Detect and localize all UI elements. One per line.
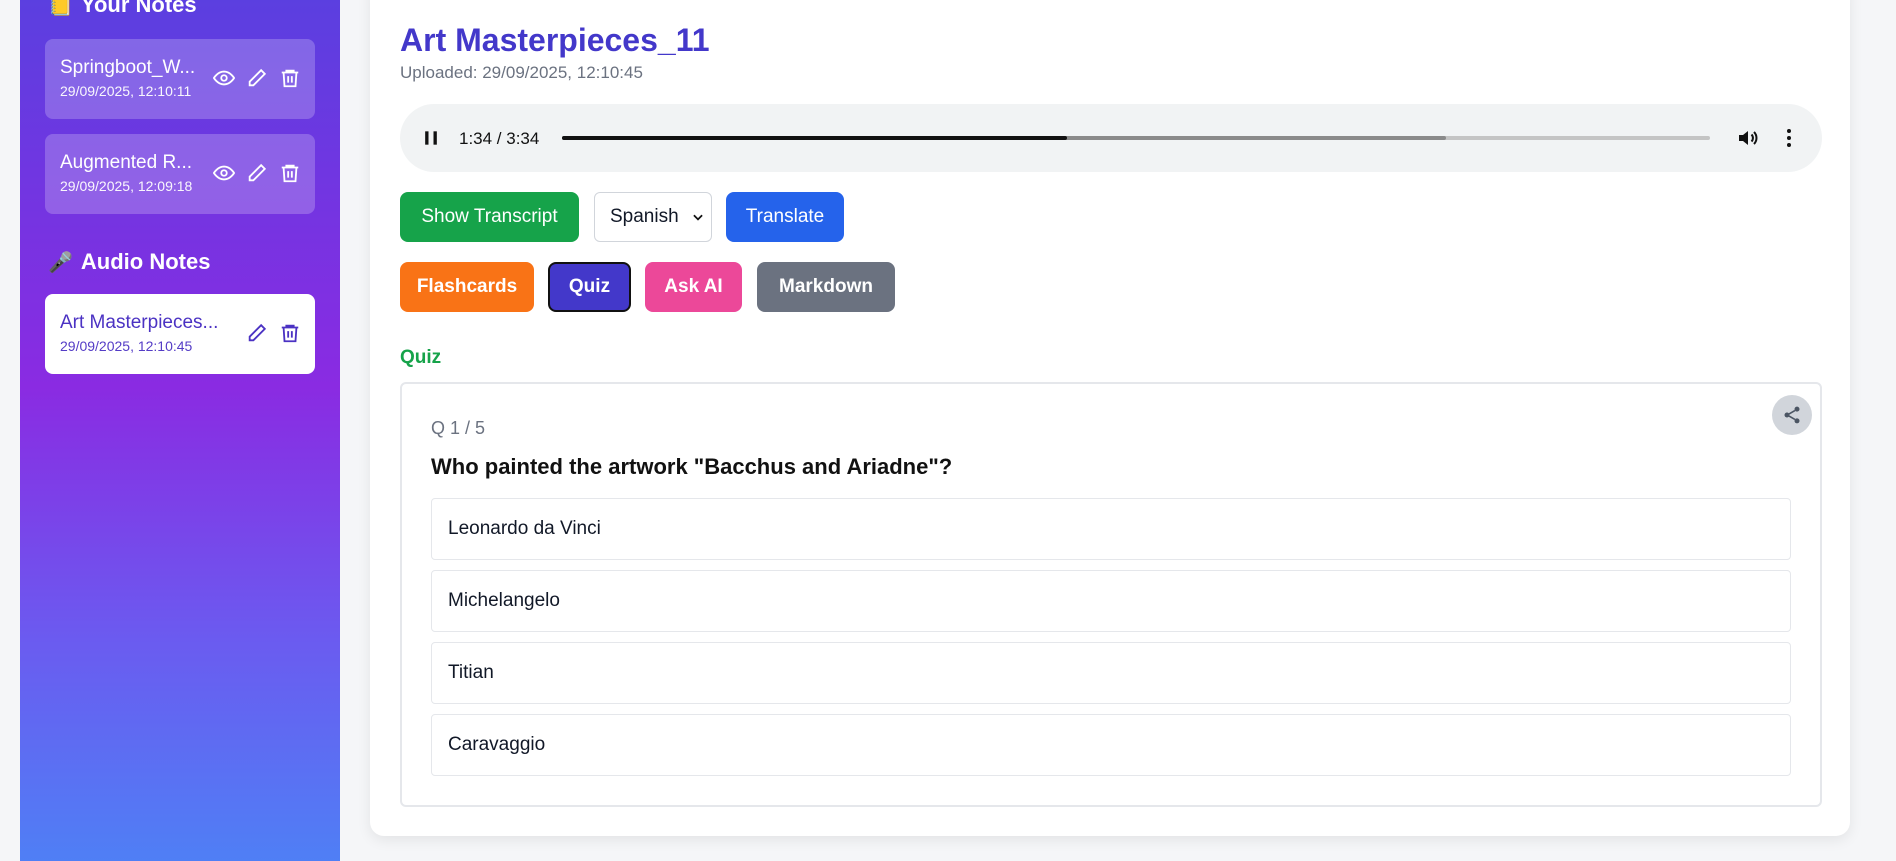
pencil-icon[interactable] bbox=[246, 322, 268, 344]
note-card-springboot[interactable]: Springboot_W... 29/09/2025, 12:10:11 bbox=[45, 39, 315, 119]
show-transcript-button[interactable]: Show Transcript bbox=[400, 192, 579, 242]
quiz-panel: Q 1 / 5 Who painted the artwork "Bacchus… bbox=[400, 382, 1822, 807]
more-options-icon[interactable] bbox=[1777, 126, 1801, 150]
answer-option[interactable]: Caravaggio bbox=[431, 714, 1791, 776]
audio-notes-heading-label: Audio Notes bbox=[80, 249, 211, 274]
note-actions bbox=[213, 67, 301, 89]
chevron-down-icon bbox=[693, 214, 703, 221]
quiz-button[interactable]: Quiz bbox=[548, 262, 631, 312]
quiz-heading: Quiz bbox=[400, 347, 442, 368]
ask-ai-button[interactable]: Ask AI bbox=[645, 262, 742, 312]
time-readout: 1:34 / 3:34 bbox=[459, 129, 540, 148]
markdown-button[interactable]: Markdown bbox=[757, 262, 895, 312]
audio-player: 1:34 / 3:34 bbox=[400, 104, 1822, 172]
your-notes-heading-label: Your Notes bbox=[80, 0, 197, 17]
trash-icon[interactable] bbox=[279, 162, 301, 184]
seek-bar[interactable] bbox=[562, 136, 1710, 140]
note-title: Augmented R... bbox=[60, 152, 193, 173]
answer-option[interactable]: Titian bbox=[431, 642, 1791, 704]
answer-option[interactable]: Leonardo da Vinci bbox=[431, 498, 1791, 560]
note-actions bbox=[213, 162, 301, 184]
translate-button[interactable]: Translate bbox=[726, 192, 844, 242]
played-progress bbox=[562, 136, 1068, 140]
question-counter: Q 1 / 5 bbox=[431, 418, 486, 438]
eye-icon[interactable] bbox=[213, 162, 235, 184]
your-notes-heading: 📒 Your Notes bbox=[48, 0, 197, 18]
note-card-augmented[interactable]: Augmented R... 29/09/2025, 12:09:18 bbox=[45, 134, 315, 214]
pause-icon[interactable] bbox=[420, 127, 442, 149]
pencil-icon[interactable] bbox=[246, 67, 268, 89]
eye-icon[interactable] bbox=[213, 67, 235, 89]
trash-icon[interactable] bbox=[279, 322, 301, 344]
note-title: Art Masterpieces... bbox=[60, 312, 219, 333]
audio-notes-heading: 🎤 Audio Notes bbox=[48, 249, 210, 275]
question-text: Who painted the artwork "Bacchus and Ari… bbox=[431, 454, 953, 479]
answer-option[interactable]: Michelangelo bbox=[431, 570, 1791, 632]
note-title: Springboot_W... bbox=[60, 57, 196, 78]
upload-timestamp: Uploaded: 29/09/2025, 12:10:45 bbox=[400, 63, 643, 82]
note-actions bbox=[246, 322, 301, 344]
pencil-icon[interactable] bbox=[246, 162, 268, 184]
audio-note-card-art[interactable]: Art Masterpieces... 29/09/2025, 12:10:45 bbox=[45, 294, 315, 374]
trash-icon[interactable] bbox=[279, 67, 301, 89]
notepad-icon: 📒 bbox=[48, 0, 73, 17]
microphone-icon: 🎤 bbox=[48, 251, 73, 274]
language-select-value: Spanish bbox=[610, 206, 679, 227]
volume-icon[interactable] bbox=[1736, 126, 1760, 150]
share-icon[interactable] bbox=[1772, 395, 1812, 435]
flashcards-button[interactable]: Flashcards bbox=[400, 262, 534, 312]
language-select[interactable]: Spanish bbox=[594, 192, 712, 242]
page-title: Art Masterpieces_11 bbox=[400, 22, 710, 58]
sidebar: 📒 Your Notes Springboot_W... 29/09/2025,… bbox=[20, 0, 340, 861]
